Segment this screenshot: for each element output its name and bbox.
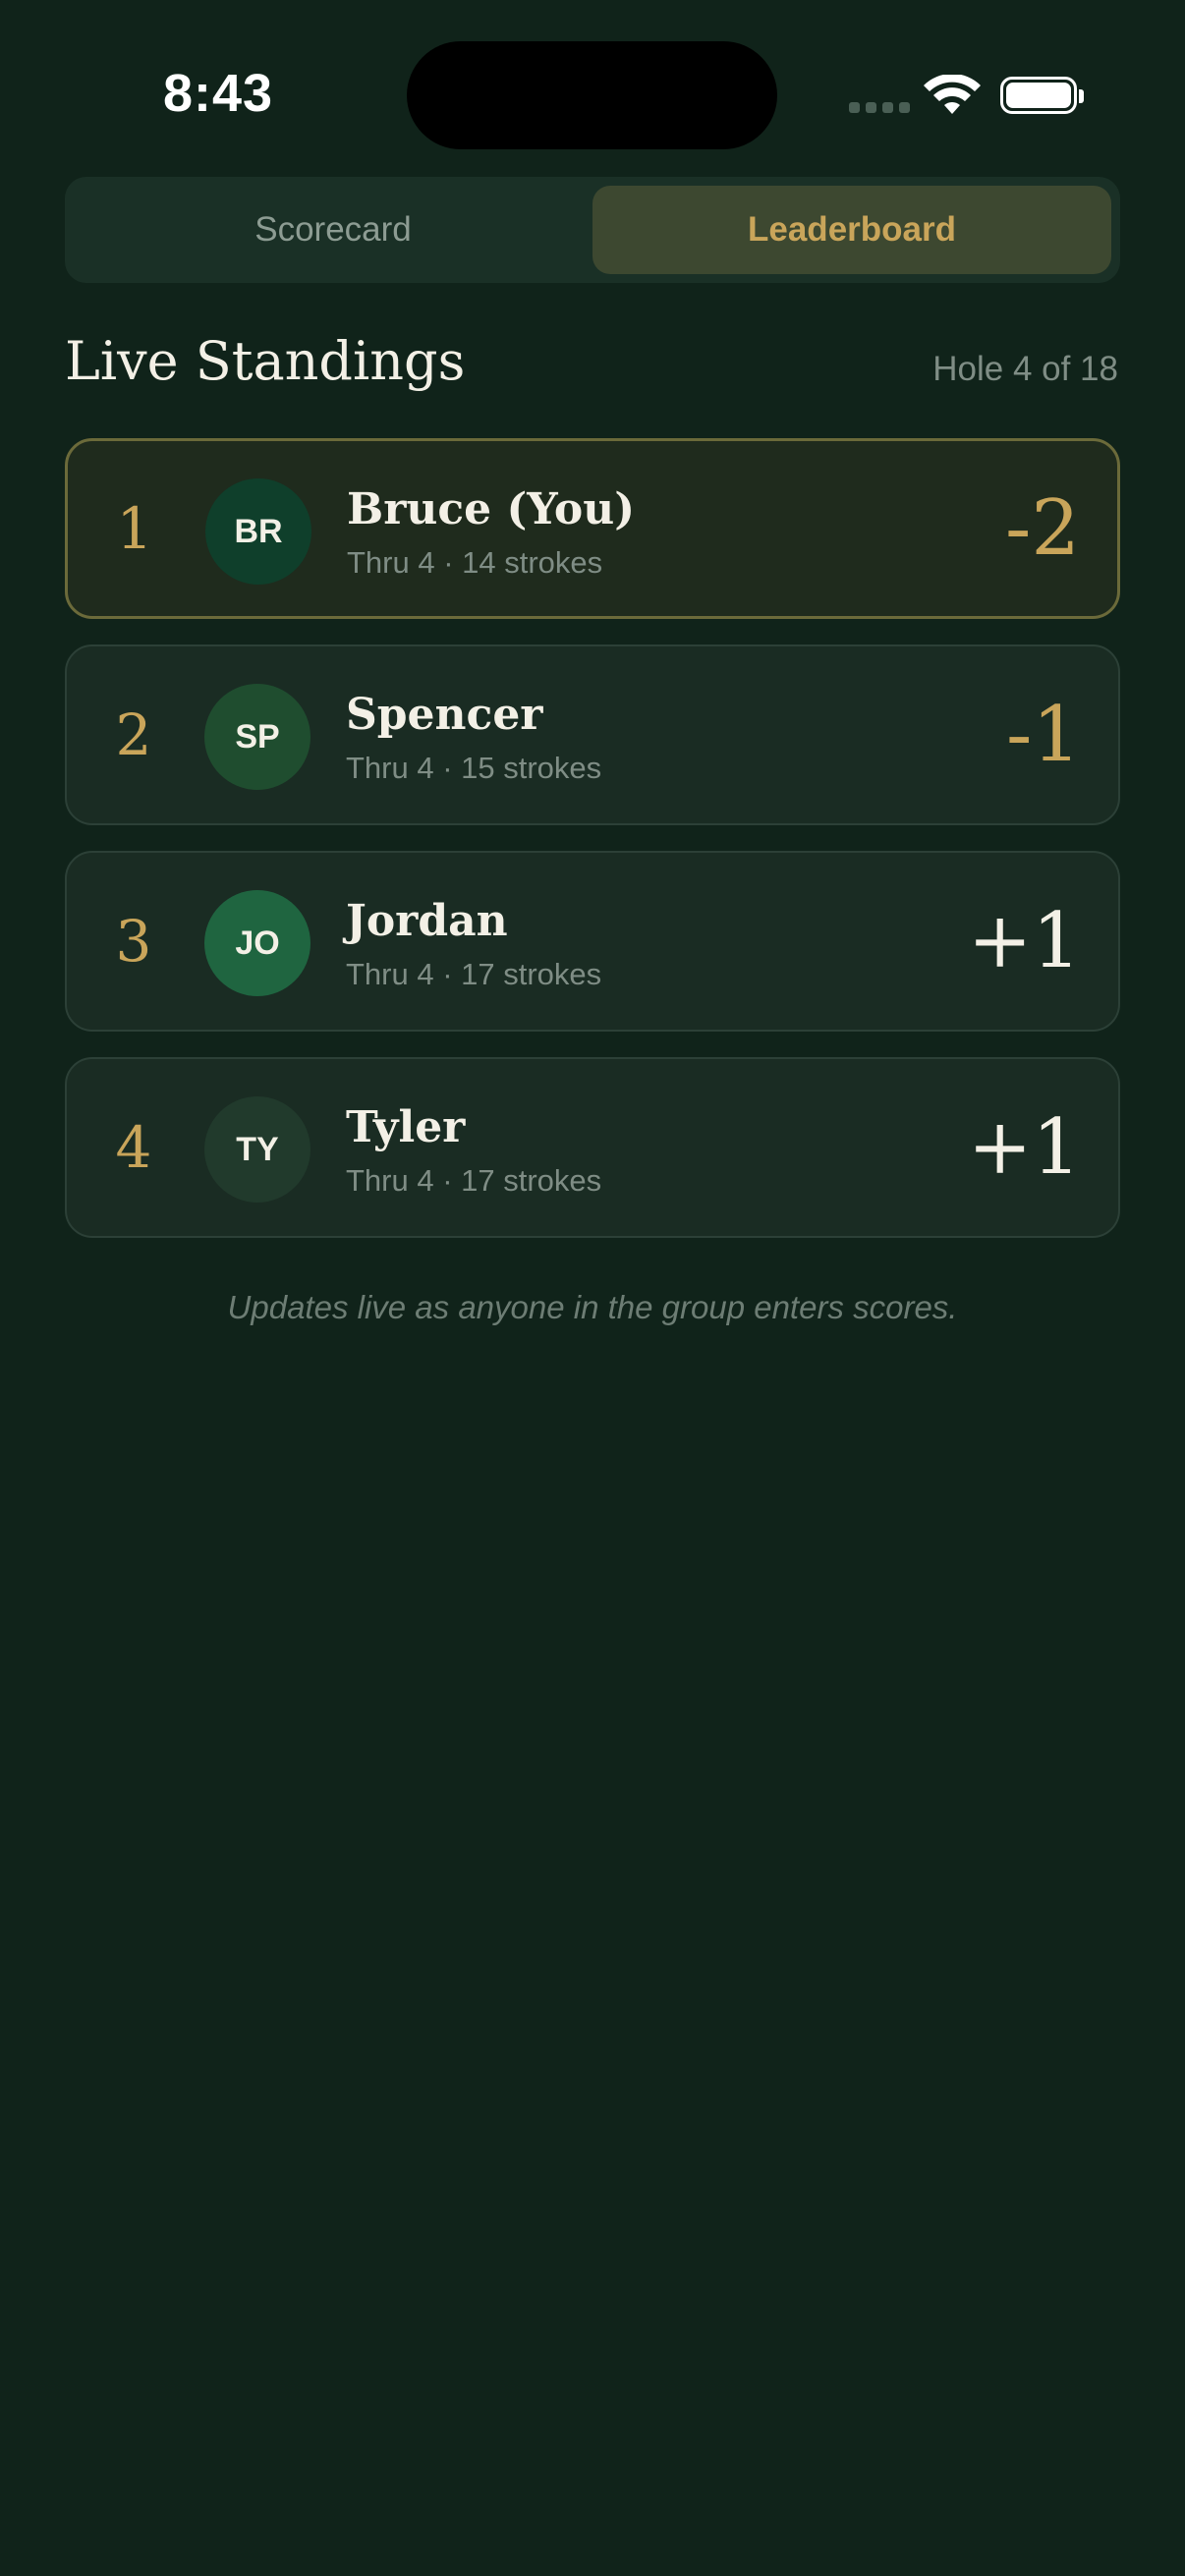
player-name: Jordan [346,896,508,946]
live-update-note: Updates live as anyone in the group ente… [227,1289,958,1325]
player-name: Spencer [346,690,543,740]
leaderboard-row[interactable]: 1 BR Bruce (You) Thru 4 · 14 strokes -2 [65,438,1120,619]
hole-progress: Hole 4 of 18 [932,350,1118,388]
avatar: BR [205,478,311,585]
avatar: TY [204,1096,310,1203]
player-score: +1 [968,1103,1081,1192]
player-score: +1 [968,897,1081,985]
rank-number: 2 [115,701,152,768]
battery-icon [1000,77,1077,114]
signal-icon [849,102,910,113]
avatar: JO [204,890,310,996]
avatar: SP [204,684,310,790]
player-name: Tyler [346,1102,466,1152]
player-name: Bruce (You) [347,484,636,534]
leaderboard-row[interactable]: 3 JO Jordan Thru 4 · 17 strokes +1 [65,851,1120,1032]
leaderboard-row[interactable]: 2 SP Spencer Thru 4 · 15 strokes -1 [65,644,1120,825]
player-detail: Thru 4 · 15 strokes [346,751,602,785]
player-detail: Thru 4 · 17 strokes [346,1163,602,1198]
status-bar: 8:43 [0,0,1185,157]
status-time: 8:43 [163,64,274,123]
page-title: Live Standings [65,330,466,392]
battery-cap [1079,89,1084,103]
dynamic-island [407,41,777,149]
player-score: -1 [1006,691,1081,779]
rank-number: 4 [115,1114,152,1181]
player-score: -2 [1005,484,1080,573]
view-switcher: Scorecard Leaderboard [65,177,1120,283]
tab-leaderboard[interactable]: Leaderboard [592,186,1111,274]
rank-number: 1 [116,495,153,562]
player-detail: Thru 4 · 17 strokes [346,957,602,991]
wifi-icon [924,75,981,114]
leaderboard-row[interactable]: 4 TY Tyler Thru 4 · 17 strokes +1 [65,1057,1120,1238]
rank-number: 3 [115,908,152,975]
player-detail: Thru 4 · 14 strokes [347,545,603,580]
tab-scorecard[interactable]: Scorecard [74,186,592,274]
